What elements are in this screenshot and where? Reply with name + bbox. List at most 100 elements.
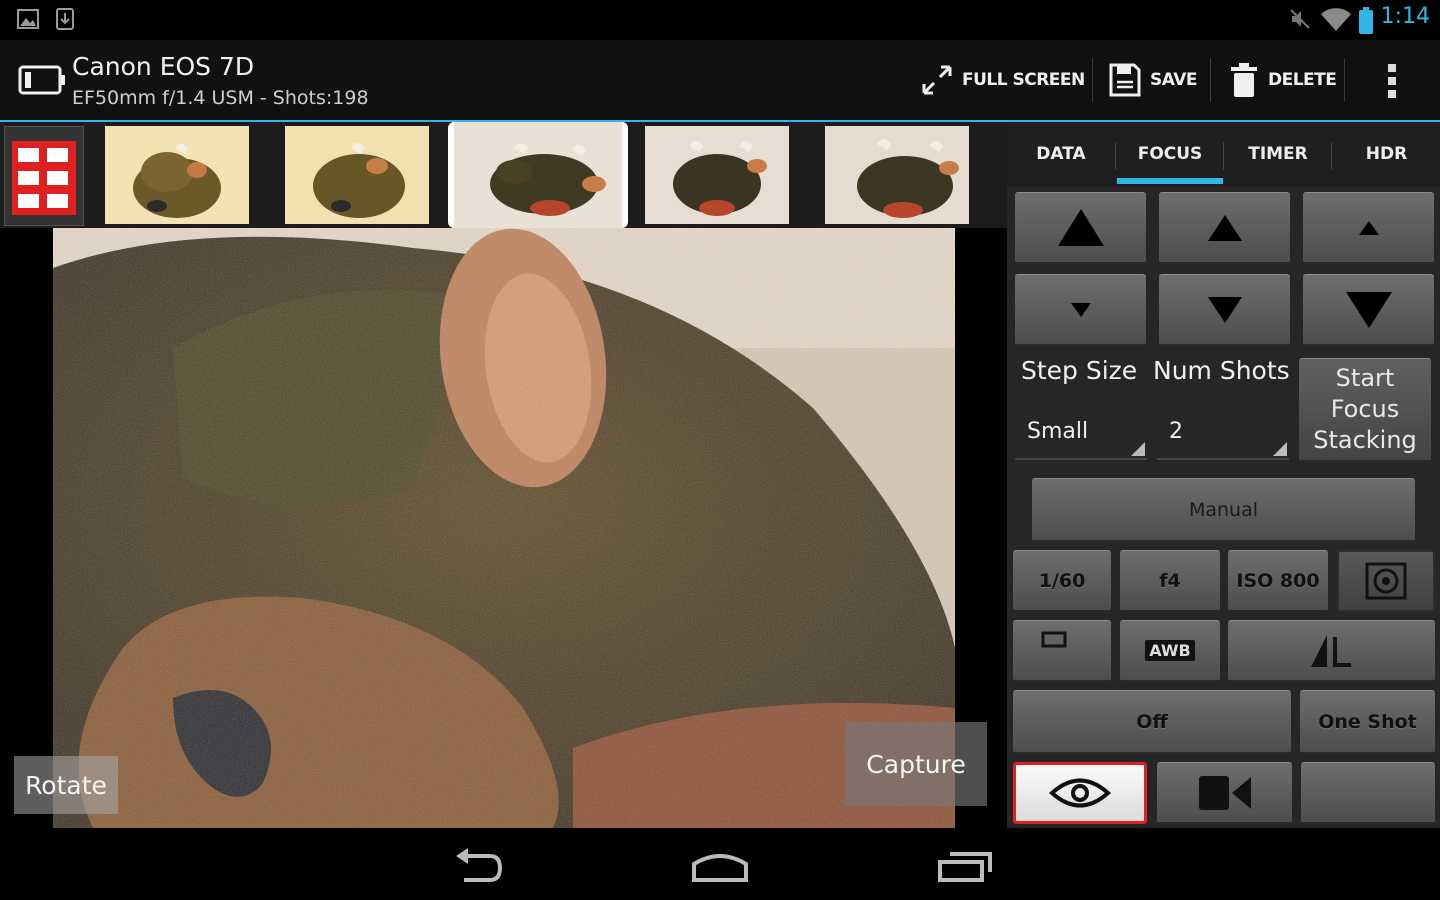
tab-hdr[interactable]: HDR [1333, 122, 1440, 186]
thumbnail-strip[interactable] [0, 122, 1007, 228]
focus-far-small-button[interactable] [1303, 192, 1434, 264]
save-label: SAVE [1150, 70, 1198, 90]
thumbnail-image [825, 126, 969, 224]
save-icon [1109, 63, 1141, 97]
image-quality-large-icon [1310, 634, 1351, 667]
photo-viewer[interactable] [53, 228, 955, 828]
download-icon [56, 8, 74, 30]
overflow-menu-icon[interactable] [1382, 62, 1402, 100]
save-button[interactable]: SAVE [1108, 54, 1198, 106]
thumbnail-selected[interactable] [448, 122, 628, 228]
manual-mode-button[interactable]: Manual [1032, 478, 1415, 542]
empty-button[interactable] [1301, 762, 1435, 824]
tab-focus[interactable]: FOCUS [1117, 122, 1223, 186]
thumbnail[interactable] [105, 126, 249, 224]
full-screen-label: FULL SCREEN [962, 70, 1085, 90]
clock: 1:14 [1380, 4, 1430, 29]
spinner-corner-icon [1273, 442, 1287, 456]
manual-mode-label: Manual [1188, 498, 1259, 521]
triangle-up-small-icon [1358, 220, 1379, 235]
rotate-button[interactable]: Rotate [14, 756, 118, 814]
triangle-down-large-icon [1345, 291, 1392, 328]
metering-icon [1365, 562, 1407, 600]
iso-button[interactable]: ISO 800 [1228, 550, 1328, 612]
triangle-down-medium-icon [1207, 296, 1242, 323]
focus-near-medium-button[interactable] [1159, 274, 1290, 346]
iso-value: ISO 800 [1236, 569, 1320, 592]
camera-name: Canon EOS 7D [72, 52, 255, 81]
num-shots-label: Num Shots [1153, 356, 1290, 385]
metering-button[interactable] [1337, 550, 1435, 612]
photo-image [53, 228, 955, 828]
focus-far-large-button[interactable] [1015, 192, 1146, 264]
camera-lens-info: EF50mm f/1.4 USM - Shots:198 [72, 87, 369, 109]
home-icon[interactable] [690, 844, 750, 888]
action-bar: Canon EOS 7D EF50mm f/1.4 USM - Shots:19… [0, 40, 1440, 122]
tab-bar: DATA FOCUS TIMER HDR [1007, 122, 1440, 186]
action-divider [1210, 58, 1211, 102]
full-screen-button[interactable]: FULL SCREEN [920, 54, 1085, 106]
num-shots-value: 2 [1169, 418, 1183, 444]
trash-icon [1231, 63, 1257, 97]
af-mode-button[interactable]: One Shot [1300, 690, 1435, 754]
spinner-corner-icon [1131, 442, 1145, 456]
delete-button[interactable]: DELETE [1228, 54, 1337, 106]
camera-battery-icon [18, 65, 65, 95]
af-mode-value: One Shot [1318, 710, 1417, 733]
grid-icon [12, 141, 76, 215]
aperture-value: f4 [1159, 569, 1181, 592]
step-size-label: Step Size [1021, 356, 1138, 385]
tab-divider [1331, 142, 1332, 170]
gallery-icon [17, 9, 39, 29]
triangle-up-medium-icon [1207, 214, 1242, 241]
gallery-grid-button[interactable] [4, 126, 84, 226]
tab-divider [1115, 142, 1116, 170]
control-panel: DATA FOCUS TIMER HDR Step Size Num Shots… [1007, 122, 1440, 828]
triangle-down-small-icon [1070, 302, 1091, 317]
step-size-spinner[interactable]: Small [1015, 404, 1147, 460]
flash-mode-value: Off [1136, 710, 1168, 733]
action-divider [1092, 58, 1093, 102]
image-quality-button[interactable] [1228, 620, 1435, 682]
start-focus-stacking-label: Start Focus Stacking [1313, 364, 1417, 454]
thumbnail-image [285, 126, 429, 224]
focus-far-medium-button[interactable] [1159, 192, 1290, 264]
thumbnail-image [105, 126, 249, 224]
num-shots-spinner[interactable]: 2 [1157, 404, 1289, 460]
white-balance-value: AWB [1145, 640, 1195, 661]
tab-timer[interactable]: TIMER [1225, 122, 1331, 186]
tab-data[interactable]: DATA [1007, 122, 1115, 186]
delete-label: DELETE [1268, 70, 1337, 90]
focus-near-large-button[interactable] [1303, 274, 1434, 346]
eye-icon [1049, 778, 1111, 808]
back-icon[interactable] [450, 844, 506, 888]
tab-divider [1223, 142, 1224, 170]
navigation-bar [0, 830, 1440, 900]
action-divider [1344, 58, 1345, 102]
flash-mode-button[interactable]: Off [1013, 690, 1291, 754]
aperture-button[interactable]: f4 [1120, 550, 1220, 612]
thumbnail-image [645, 126, 789, 224]
single-shot-icon [1041, 631, 1067, 648]
triangle-up-large-icon [1057, 208, 1104, 246]
recent-apps-icon[interactable] [936, 844, 996, 888]
thumbnail[interactable] [825, 126, 969, 224]
step-size-value: Small [1027, 418, 1089, 444]
full-screen-icon [922, 65, 952, 95]
video-camera-icon [1198, 775, 1251, 810]
white-balance-button[interactable]: AWB [1120, 620, 1220, 682]
drive-mode-button[interactable] [1013, 620, 1111, 682]
battery-icon [1359, 7, 1373, 34]
record-video-button[interactable] [1157, 762, 1292, 824]
thumbnail[interactable] [645, 126, 789, 224]
capture-button[interactable]: Capture [845, 722, 987, 806]
start-focus-stacking-button[interactable]: Start Focus Stacking [1299, 358, 1431, 462]
shutter-speed-value: 1/60 [1038, 569, 1086, 592]
thumbnail-image [454, 122, 622, 228]
wifi-icon [1321, 8, 1351, 31]
live-view-button[interactable] [1013, 762, 1147, 824]
focus-near-small-button[interactable] [1015, 274, 1146, 346]
mute-icon [1290, 9, 1310, 29]
thumbnail[interactable] [285, 126, 429, 224]
shutter-speed-button[interactable]: 1/60 [1013, 550, 1111, 612]
